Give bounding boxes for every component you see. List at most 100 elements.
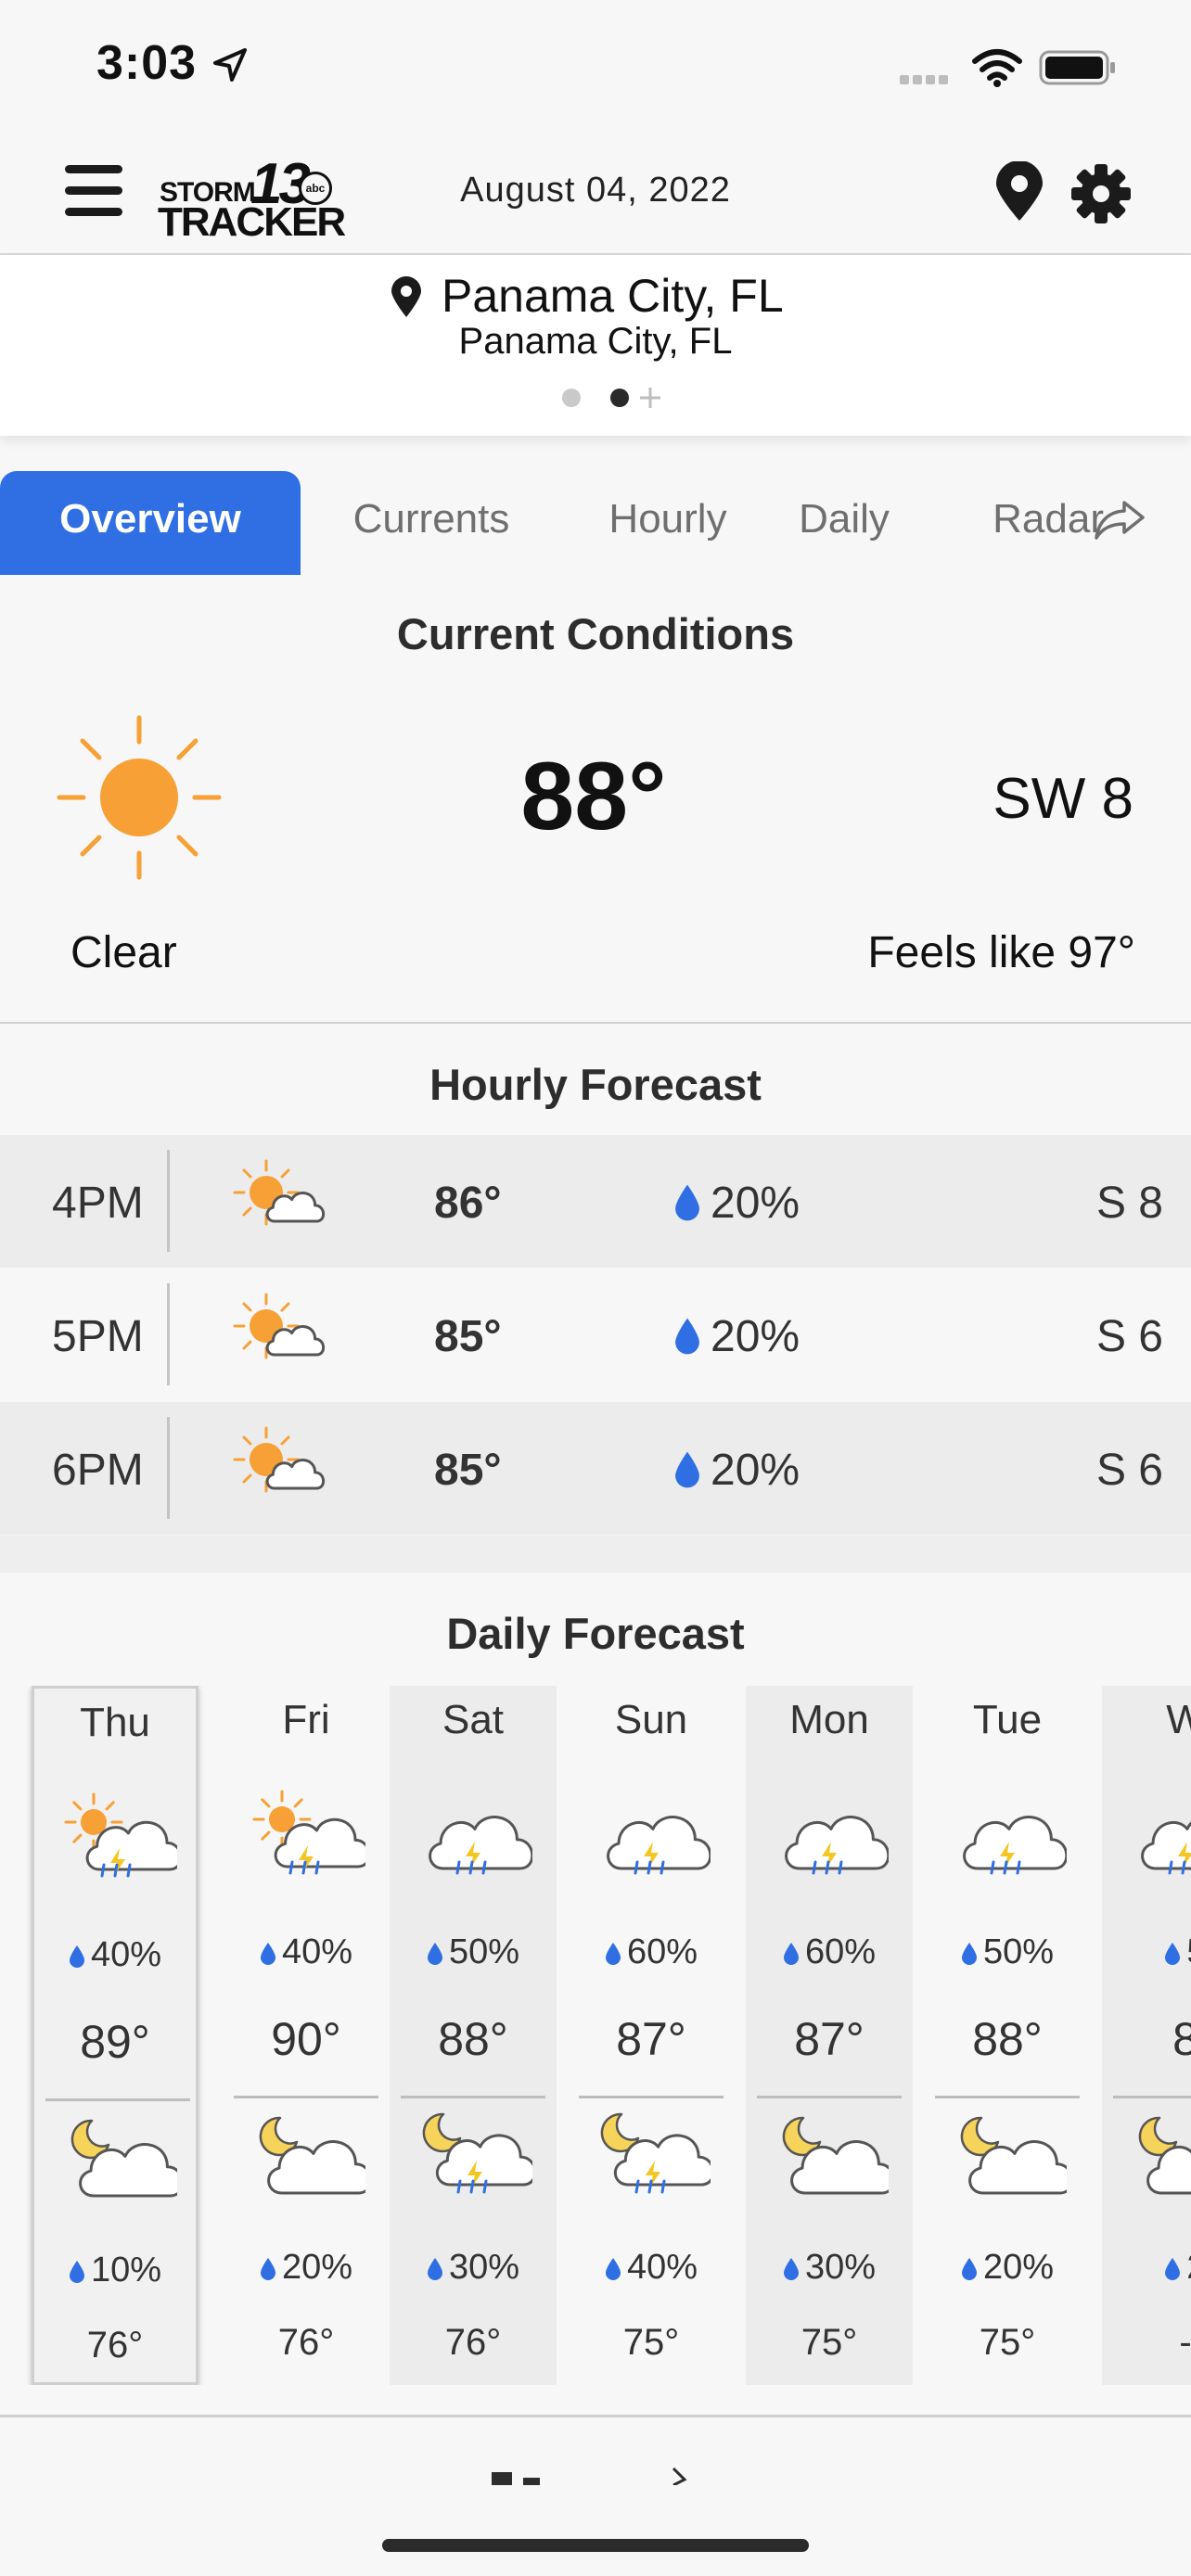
divider [45,2098,190,2101]
daily-day-name: Sun [614,1697,688,1742]
daily-high: 88° [438,2013,508,2065]
daily-day-name: Thu [80,1700,150,1745]
hourly-forecast-title: Hourly Forecast [429,1060,762,1109]
daily-night-precip: 30% [746,2248,913,2288]
current-wind: SW 8 [992,767,1133,831]
daily-night-precip: 40% [568,2248,735,2288]
daily-high: 87° [794,2013,864,2065]
daily-day-precip: 50% [924,1932,1091,1972]
tab-hourly[interactable]: Hourly [566,471,770,575]
daily-night-precip: 20% [924,2248,1091,2288]
daily-night-precip: 30% [390,2248,557,2288]
location-subtitle: Panama City, FL [458,321,733,362]
hourly-time: 6PM [52,1446,144,1495]
raindrop-icon [783,1935,800,1965]
daily-high: 90° [271,2013,341,2065]
daily-column-sun[interactable]: Sun 60% 87° 40% 75° [568,1686,735,2385]
settings-gear-icon[interactable] [1070,163,1132,224]
partly-cloudy-icon [223,1411,343,1523]
hourly-time: 4PM [52,1179,144,1228]
daily-column-w[interactable]: W 5 8 2 - [1102,1686,1191,2385]
raindrop-icon [260,2251,276,2280]
page-dot-2[interactable] [610,389,629,407]
raindrop-icon [69,1938,85,1968]
sun-thunderstorm-icon [62,1791,183,1902]
raindrop-icon [605,2251,621,2280]
raindrop-icon [1164,2251,1181,2280]
raindrop-icon [427,2251,443,2280]
daily-night-precip: 2 [1102,2248,1191,2288]
raindrop-icon [260,1935,276,1965]
daily-high: 89° [80,2016,150,2068]
divider [167,1417,170,1519]
status-time: 3:03 [96,36,198,90]
wifi-icon [972,49,1022,87]
radar-section-title-peek [492,2467,687,2485]
divider [935,2096,1080,2098]
daily-day-name: Sat [442,1697,505,1742]
daily-low: 75° [800,2322,858,2363]
hourly-row[interactable]: 5PM 85° 20% S 6 [0,1269,1191,1401]
hourly-row[interactable]: 4PM 86° 20% S 8 [0,1135,1191,1268]
moon-cloud-icon [952,2107,1074,2218]
daily-day-name: Mon [789,1697,869,1742]
tab-bar: Overview Currents Hourly Daily Radar [0,471,1191,584]
location-pin-icon [391,276,421,317]
raindrop-icon [783,2251,800,2280]
location-services-icon [213,48,247,82]
location-page-indicator[interactable] [558,384,670,412]
add-location-plus-icon[interactable] [638,386,662,410]
moon-cloud-icon [62,2110,185,2221]
sun-thunderstorm-icon [250,1788,371,1899]
thunderstorm-icon [417,1788,534,1899]
thunderstorm-icon [952,1788,1069,1899]
daily-high: 87° [616,2013,686,2065]
daily-low: 76° [86,2325,144,2366]
tab-radar[interactable]: Radar [937,471,1104,575]
divider [167,1150,170,1252]
daily-column-mon[interactable]: Mon 60% 87° 30% 75° [746,1686,913,2385]
daily-forecast-title: Daily Forecast [446,1609,745,1658]
divider [167,1283,170,1385]
tab-currents[interactable]: Currents [315,471,547,575]
raindrop-icon [673,1183,701,1222]
page-dot-1[interactable] [562,389,581,407]
locations-pin-icon[interactable] [992,161,1046,223]
daily-low: - [1179,2322,1191,2363]
hourly-row[interactable]: 6PM 85° 20% S 6 [0,1402,1191,1535]
tab-overview[interactable]: Overview [0,471,301,575]
hourly-temperature: 86° [434,1179,502,1228]
hamburger-menu-icon[interactable] [65,165,122,216]
thunderstorm-icon [1130,1788,1191,1899]
thunderstorm-icon [774,1788,890,1899]
daily-day-precip: 60% [568,1932,735,1972]
daily-low: 75° [622,2322,680,2363]
moon-cloud-icon [774,2107,896,2218]
daily-day-precip: 60% [746,1932,913,1972]
moon-cloud-icon [250,2107,373,2218]
daily-column-fri[interactable]: Fri 40% 90° 20% 76° [223,1686,390,2385]
daily-day-precip: 40% [34,1935,196,1975]
daily-day-precip: 50% [390,1932,557,1972]
daily-column-tue[interactable]: Tue 50% 88° 20% 75° [924,1686,1091,2385]
daily-column-sat[interactable]: Sat 50% 88° 30% 76° [390,1686,557,2385]
share-arrow-icon[interactable] [1093,499,1146,542]
daily-forecast-strip[interactable]: Thu 40% 89° 10% 76° Fri 40% 90° 20% 76° Sat 50% 88° 3… [0,1686,1191,2385]
sun-icon [57,715,222,880]
raindrop-icon [69,2253,85,2283]
daily-column-thu[interactable]: Thu 40% 89° 10% 76° [32,1686,198,2385]
section-divider [0,1536,1191,1573]
header-date: August 04, 2022 [460,171,731,210]
current-temperature: 88° [520,743,667,850]
tab-daily[interactable]: Daily [770,471,918,575]
daily-low: 76° [444,2322,502,2363]
daily-day-precip: 5 [1102,1932,1191,1972]
feels-like: Feels like 97° [867,928,1135,977]
home-indicator[interactable] [382,2539,809,2552]
current-conditions-title: Current Conditions [396,609,795,658]
hourly-wind: S 8 [1095,1179,1163,1228]
daily-night-precip: 10% [34,2251,196,2290]
divider [579,2096,724,2098]
hourly-wind: S 6 [1095,1446,1163,1495]
daily-night-precip: 20% [223,2248,390,2288]
